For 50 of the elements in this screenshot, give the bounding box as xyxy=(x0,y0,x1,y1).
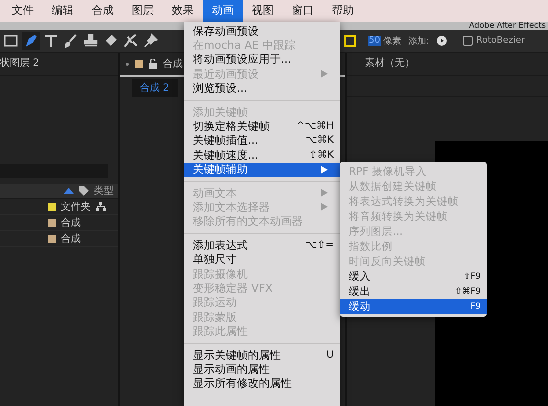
menu-item[interactable]: 关键帧插值... ⌥⌘K xyxy=(184,134,340,148)
project-row[interactable]: 合成 xyxy=(0,215,118,231)
tag-icon xyxy=(79,186,89,196)
menu-item[interactable]: 关键帧速度... ⇧⌘K xyxy=(184,148,340,163)
type-cell-text: 合成 xyxy=(61,216,81,230)
menu-item[interactable]: 显示关键帧的属性 U xyxy=(184,348,340,362)
menu-bar-item[interactable]: 合成 xyxy=(83,0,123,22)
color-swatch-icon[interactable] xyxy=(344,35,356,47)
sort-caret-icon[interactable] xyxy=(64,188,74,194)
menu-bar-item[interactable]: 效果 xyxy=(163,0,203,22)
menu-item[interactable]: 显示所有修改的属性 xyxy=(184,376,340,391)
menu-item[interactable]: 缓动 F9 xyxy=(340,299,487,314)
column-title: 类型 xyxy=(94,184,114,198)
pin-tool-button[interactable] xyxy=(142,32,160,50)
type-cell-text: 合成 xyxy=(61,232,81,246)
panel-title: 状图层 2 xyxy=(0,53,118,76)
project-row[interactable]: 合成 xyxy=(0,231,118,247)
menu-item[interactable]: 显示动画的属性 xyxy=(184,362,340,377)
text-tool-button[interactable] xyxy=(42,32,60,50)
menu-item[interactable]: 缓出 ⇧⌘F9 xyxy=(340,284,487,299)
roto-tool-button[interactable] xyxy=(122,32,140,50)
menu-item[interactable]: 关键帧辅助 xyxy=(184,162,340,177)
menu-bar-item[interactable]: 视图 xyxy=(243,0,283,22)
composition-subtab[interactable]: 合成 2 xyxy=(132,79,178,97)
composition-icon xyxy=(135,60,143,68)
menu-item[interactable]: 浏览预设... xyxy=(184,82,340,96)
menu-item[interactable]: 添加表达式 ⌥⇧= xyxy=(184,238,340,252)
menu-bar-item[interactable]: 窗口 xyxy=(283,0,323,22)
menu-item[interactable]: 将动画预设应用于... xyxy=(184,52,340,68)
panel-title: 素材（无） xyxy=(347,53,548,76)
hierarchy-icon xyxy=(96,202,106,211)
menu-bar-item[interactable]: 图层 xyxy=(123,0,163,22)
menu-item[interactable]: 切换定格关键帧 ^⌥⌘H xyxy=(184,119,340,134)
rotobezier-checkbox[interactable]: RotoBezier xyxy=(462,36,526,46)
add-label: 添加: xyxy=(408,36,430,48)
menu-item[interactable]: 单独尺寸 xyxy=(184,252,340,267)
play-icon[interactable] xyxy=(436,36,446,46)
size-unit: 像素 xyxy=(383,36,402,48)
composition-tab[interactable]: 合成 xyxy=(163,57,183,71)
type-cell-text: 文件夹 xyxy=(61,200,91,214)
menu-bar-item[interactable]: 帮助 xyxy=(323,0,363,22)
pen-tool-button[interactable] xyxy=(22,32,40,50)
menu-bar-item[interactable]: 动画 xyxy=(203,0,243,22)
menu-item[interactable]: 保存动画预设 xyxy=(184,24,340,38)
menu-bar-item[interactable]: 编辑 xyxy=(43,0,83,22)
project-row[interactable]: 文件夹 xyxy=(0,199,118,215)
menu-item[interactable]: 缓入 ⇧F9 xyxy=(340,269,487,284)
menu-bar-item[interactable]: 文件 xyxy=(3,0,43,22)
lock-icon[interactable] xyxy=(149,59,157,69)
window-title: Adobe After Effects xyxy=(469,22,547,30)
